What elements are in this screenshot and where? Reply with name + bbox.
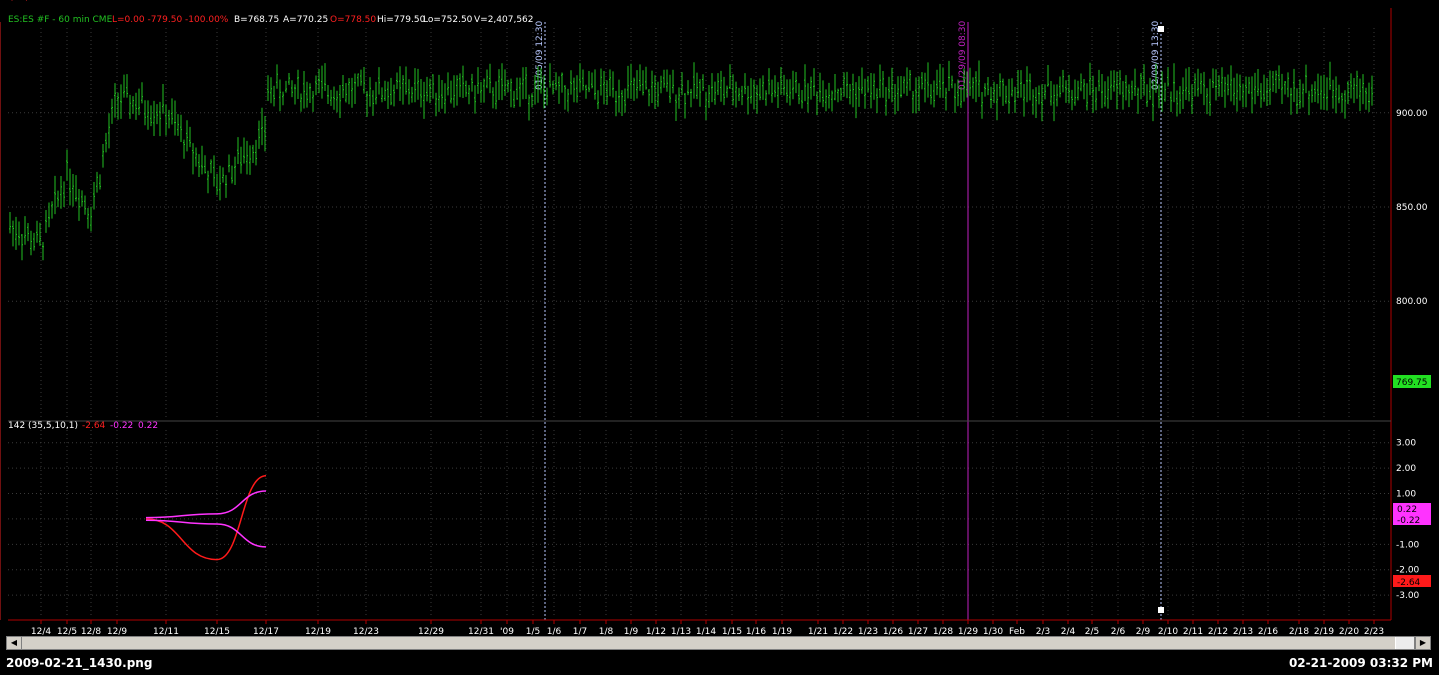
x-tick-label: 2/11 xyxy=(1183,627,1203,636)
price-axis-label: 800.00 xyxy=(1396,297,1428,307)
x-tick-label: 1/22 xyxy=(833,627,853,636)
x-tick-label: 1/28 xyxy=(933,627,953,636)
x-tick-label: 12/23 xyxy=(353,627,379,636)
osc-axis-label: 1.00 xyxy=(1396,490,1416,500)
x-tick-label: 1/30 xyxy=(983,627,1003,636)
x-tick-label: 1/15 xyxy=(722,627,742,636)
x-tick-label: 2/4 xyxy=(1061,627,1076,636)
x-tick-label: '09 xyxy=(500,627,514,636)
event-marker-label: 12/18/08 08:30 xyxy=(0,0,69,3)
x-tick-label: 2/18 xyxy=(1289,627,1309,636)
indicator-value-lower: -0.22 xyxy=(110,421,133,431)
x-tick-label: 12/15 xyxy=(204,627,230,636)
last-price-tag: 769.75 xyxy=(1396,378,1428,388)
indicator-value-upper: 0.22 xyxy=(138,421,158,431)
footer-filename: 2009-02-21_1430.png xyxy=(6,656,153,670)
x-tick-label: 2/16 xyxy=(1258,627,1278,636)
x-tick-label: 12/29 xyxy=(418,627,444,636)
x-tick-label: 12/8 xyxy=(81,627,101,636)
chart-background xyxy=(0,0,1439,636)
osc-axis-label: 2.00 xyxy=(1396,464,1416,474)
ind-red-tag: -2.64 xyxy=(1397,578,1421,588)
x-tick-label: 2/19 xyxy=(1314,627,1334,636)
x-tick-label: 1/19 xyxy=(772,627,792,636)
x-tick-label: 12/19 xyxy=(305,627,331,636)
header-last-change: L=0.00 -779.50 -100.00% xyxy=(112,15,229,25)
x-tick-label: 1/27 xyxy=(908,627,928,636)
x-tick-label: 1/26 xyxy=(883,627,903,636)
chart-canvas[interactable]: 12/18/08 08:3001/05/09 12:3001/29/09 08:… xyxy=(0,0,1439,636)
marker-handle-top xyxy=(1158,26,1164,32)
x-tick-label: 1/8 xyxy=(599,627,614,636)
x-tick-label: 12/5 xyxy=(57,627,77,636)
trading-chart-window: × 12/18/08 08:3001/05/09 12:3001/29/09 0… xyxy=(0,0,1439,675)
osc-axis-label: -3.00 xyxy=(1396,591,1420,601)
x-tick-label: 1/29 xyxy=(958,627,978,636)
x-tick-label: 1/21 xyxy=(808,627,828,636)
header-ask: A=770.25 xyxy=(283,15,328,25)
footer-timestamp: 02-21-2009 03:32 PM xyxy=(1288,656,1433,670)
x-tick-label: 2/10 xyxy=(1158,627,1178,636)
scroll-thumb[interactable] xyxy=(1395,637,1415,649)
x-tick-label: 1/6 xyxy=(547,627,562,636)
price-axis-label: 900.00 xyxy=(1396,109,1428,119)
footer-bar: 2009-02-21_1430.png 02-21-2009 03:32 PM xyxy=(0,654,1439,675)
x-tick-label: 1/14 xyxy=(696,627,716,636)
x-tick-label: 2/12 xyxy=(1208,627,1228,636)
osc-axis-label: -2.00 xyxy=(1396,566,1420,576)
header-volume: V=2,407,562 xyxy=(474,15,534,25)
x-tick-label: 2/6 xyxy=(1111,627,1126,636)
x-tick-label: 2/5 xyxy=(1085,627,1099,636)
x-tick-label: 1/23 xyxy=(858,627,878,636)
osc-axis-label: -1.00 xyxy=(1396,540,1420,550)
x-tick-label: 1/16 xyxy=(746,627,766,636)
x-tick-label: 1/13 xyxy=(671,627,691,636)
x-tick-label: 2/13 xyxy=(1233,627,1253,636)
x-tick-label: 12/17 xyxy=(253,627,279,636)
header-open: O=778.50 xyxy=(330,15,376,25)
horizontal-scrollbar[interactable]: ◀ ▶ xyxy=(6,636,1431,650)
x-tick-label: 1/12 xyxy=(646,627,666,636)
x-tick-label: 12/11 xyxy=(153,627,179,636)
x-tick-label: Feb xyxy=(1009,627,1025,636)
x-tick-label: 1/9 xyxy=(624,627,639,636)
ind-pos-tag: 0.22 xyxy=(1397,505,1417,515)
x-tick-label: 12/31 xyxy=(468,627,494,636)
x-tick-label: 1/7 xyxy=(573,627,587,636)
x-tick-label: 2/20 xyxy=(1339,627,1359,636)
header-low: Lo=752.50 xyxy=(423,15,473,25)
header-bid: B=768.75 xyxy=(234,15,279,25)
price-axis-label: 850.00 xyxy=(1396,203,1428,213)
x-tick-label: 2/3 xyxy=(1036,627,1050,636)
scroll-right-icon[interactable]: ▶ xyxy=(1415,637,1430,649)
marker-handle-bottom xyxy=(1158,607,1164,613)
header-symbol: ES:ES #F - 60 min CME xyxy=(8,15,113,25)
x-tick-label: 12/4 xyxy=(31,627,51,636)
x-tick-label: 2/9 xyxy=(1136,627,1151,636)
scroll-left-icon[interactable]: ◀ xyxy=(7,637,22,649)
indicator-name: 142 (35,5,10,1) xyxy=(8,421,78,431)
osc-axis-label: 3.00 xyxy=(1396,439,1416,449)
indicator-value-red: -2.64 xyxy=(82,421,106,431)
ind-neg-tag: -0.22 xyxy=(1397,516,1420,526)
x-tick-label: 1/5 xyxy=(526,627,540,636)
x-tick-label: 12/9 xyxy=(107,627,127,636)
header-high: Hi=779.50 xyxy=(377,15,426,25)
x-tick-label: 2/23 xyxy=(1364,627,1384,636)
